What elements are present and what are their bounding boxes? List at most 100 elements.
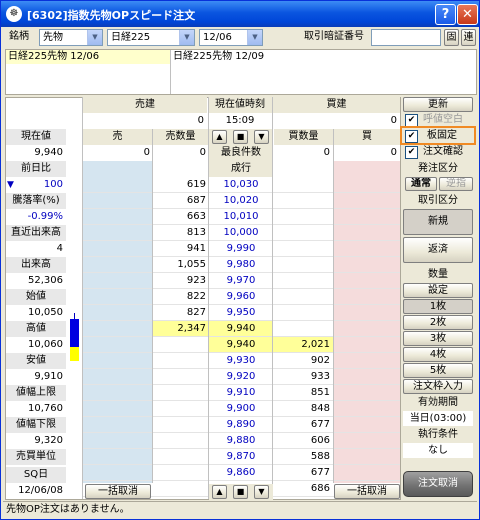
price-cell[interactable]: 9,950 — [209, 305, 273, 321]
buy-qty-cell[interactable] — [273, 321, 333, 337]
price-cell[interactable]: 9,980 — [209, 257, 273, 273]
stop-icon[interactable]: ■ — [233, 485, 248, 499]
scroll-up-icon[interactable]: ▲ — [212, 485, 227, 499]
buy-qty-cell[interactable] — [273, 257, 333, 273]
price-cell[interactable]: 9,910 — [209, 385, 273, 401]
buy-qty-cell[interactable] — [273, 305, 333, 321]
buy-qty-cell[interactable]: 588 — [273, 449, 333, 465]
checkbox-icon[interactable]: ✔ — [405, 146, 418, 159]
price-cell[interactable]: 9,970 — [209, 273, 273, 289]
sell-qty-cell[interactable]: 687 — [153, 193, 209, 209]
buy-qty-cell[interactable]: 902 — [273, 353, 333, 369]
scroll-down-icon[interactable]: ▼ — [254, 130, 269, 144]
price-cell[interactable]: 9,940 — [209, 321, 273, 337]
sq-value: 12/06/08 — [6, 483, 66, 499]
price-cell[interactable]: 9,990 — [209, 241, 273, 257]
price-cell[interactable]: 9,930 — [209, 353, 273, 369]
checkbox-icon[interactable]: ✔ — [405, 130, 418, 143]
buy-qty-cell[interactable] — [273, 225, 333, 241]
sell-qty-cell[interactable]: 941 — [153, 241, 209, 257]
buy-qty-cell[interactable] — [273, 241, 333, 257]
buy-qty-cell[interactable]: 686 — [273, 481, 333, 497]
buy-qty-cell[interactable]: 851 — [273, 385, 333, 401]
qty-input-button[interactable]: 注文枠入力 — [403, 379, 473, 394]
index-select[interactable]: 日経225 ▼ — [107, 29, 195, 46]
fix-button[interactable]: 固 — [444, 29, 459, 46]
cancel-order-button[interactable]: 注文取消 — [403, 471, 473, 497]
buy-qty-cell[interactable]: 606 — [273, 433, 333, 449]
condition-value[interactable]: なし — [403, 443, 473, 458]
sell-qty-cell[interactable] — [153, 353, 209, 369]
qty-4-button[interactable]: 4枚 — [403, 347, 473, 362]
buy-qty-cell[interactable] — [273, 177, 333, 193]
sell-qty-cell[interactable]: 619 — [153, 177, 209, 193]
sell-qty-cell[interactable] — [153, 369, 209, 385]
bulk-cancel-buy-button[interactable]: 一括取消 — [334, 484, 400, 499]
buy-qty-cell[interactable]: 848 — [273, 401, 333, 417]
market-order[interactable]: 成行 — [209, 161, 273, 177]
help-button[interactable]: ? — [435, 4, 456, 25]
sell-qty-cell[interactable] — [153, 465, 209, 481]
price-cell[interactable]: 9,880 — [209, 433, 273, 449]
type-select[interactable]: 先物 ▼ — [39, 29, 103, 46]
price-cell[interactable]: 9,870 — [209, 449, 273, 465]
sell-qty-cell[interactable] — [153, 417, 209, 433]
buy-qty-cell[interactable]: 677 — [273, 465, 333, 481]
sell-qty-cell[interactable]: 827 — [153, 305, 209, 321]
stop-icon[interactable]: ■ — [233, 130, 248, 144]
price-cell[interactable]: 10,010 — [209, 209, 273, 225]
sell-qty-cell[interactable] — [153, 337, 209, 353]
sell-qty-cell[interactable] — [153, 449, 209, 465]
option-order-confirm[interactable]: ✔ 注文確認 — [403, 145, 473, 160]
price-cell[interactable]: 9,860 — [209, 465, 273, 481]
price-cell[interactable]: 9,890 — [209, 417, 273, 433]
price-cell[interactable]: 10,000 — [209, 225, 273, 241]
buy-qty-cell[interactable] — [273, 289, 333, 305]
buy-qty-cell[interactable]: 933 — [273, 369, 333, 385]
bulk-cancel-sell-button[interactable]: 一括取消 — [85, 484, 151, 499]
sell-qty-cell[interactable]: 923 — [153, 273, 209, 289]
expiry-value[interactable]: 当日(03:00) — [403, 411, 473, 426]
buy-qty-cell[interactable] — [273, 273, 333, 289]
price-cell[interactable]: 9,900 — [209, 401, 273, 417]
new-trade-button[interactable]: 新規 — [403, 209, 473, 235]
price-cell[interactable]: 9,940 — [209, 337, 273, 353]
link-button[interactable]: 連 — [461, 29, 476, 46]
header-sell: 売建 — [83, 97, 207, 113]
sell-qty-cell[interactable] — [153, 433, 209, 449]
sell-qty-cell[interactable]: 2,347 — [153, 321, 209, 337]
sell-qty-cell[interactable] — [153, 481, 209, 497]
month-select[interactable]: 12/06 ▼ — [199, 29, 263, 46]
buy-qty-cell[interactable]: 677 — [273, 417, 333, 433]
sell-qty-cell[interactable]: 813 — [153, 225, 209, 241]
reverse-order-button[interactable]: 逆指 — [439, 177, 473, 191]
update-button[interactable]: 更新 — [403, 97, 473, 112]
price-cell[interactable]: 10,030 — [209, 177, 273, 193]
buy-qty-cell[interactable] — [273, 193, 333, 209]
index-select-value: 日経225 — [111, 32, 151, 43]
scroll-down-icon[interactable]: ▼ — [254, 485, 269, 499]
sell-qty-cell[interactable] — [153, 385, 209, 401]
normal-order-button[interactable]: 通常 — [405, 177, 437, 191]
sell-qty-cell[interactable] — [153, 401, 209, 417]
buy-qty-cell[interactable] — [273, 209, 333, 225]
price-cell[interactable]: 10,020 — [209, 193, 273, 209]
info-right[interactable]: 日経225先物 12/09 — [171, 50, 476, 64]
info-left[interactable]: 日経225先物 12/06 — [6, 50, 170, 64]
qty-3-button[interactable]: 3枚 — [403, 331, 473, 346]
qty-2-button[interactable]: 2枚 — [403, 315, 473, 330]
price-cell[interactable]: 9,920 — [209, 369, 273, 385]
option-fix-board[interactable]: ✔ 板固定 — [403, 129, 473, 144]
repay-trade-button[interactable]: 返済 — [403, 237, 473, 263]
buy-qty-cell[interactable]: 2,021 — [273, 337, 333, 353]
sell-qty-cell[interactable]: 1,055 — [153, 257, 209, 273]
price-cell[interactable]: 9,960 — [209, 289, 273, 305]
scroll-up-icon[interactable]: ▲ — [212, 130, 227, 144]
qty-settings-button[interactable]: 設定 — [403, 283, 473, 298]
close-button[interactable]: ✕ — [457, 4, 478, 25]
qty-5-button[interactable]: 5枚 — [403, 363, 473, 378]
pin-input[interactable] — [371, 29, 441, 46]
sell-qty-cell[interactable]: 822 — [153, 289, 209, 305]
sell-qty-cell[interactable]: 663 — [153, 209, 209, 225]
qty-1-button[interactable]: 1枚 — [403, 299, 473, 314]
